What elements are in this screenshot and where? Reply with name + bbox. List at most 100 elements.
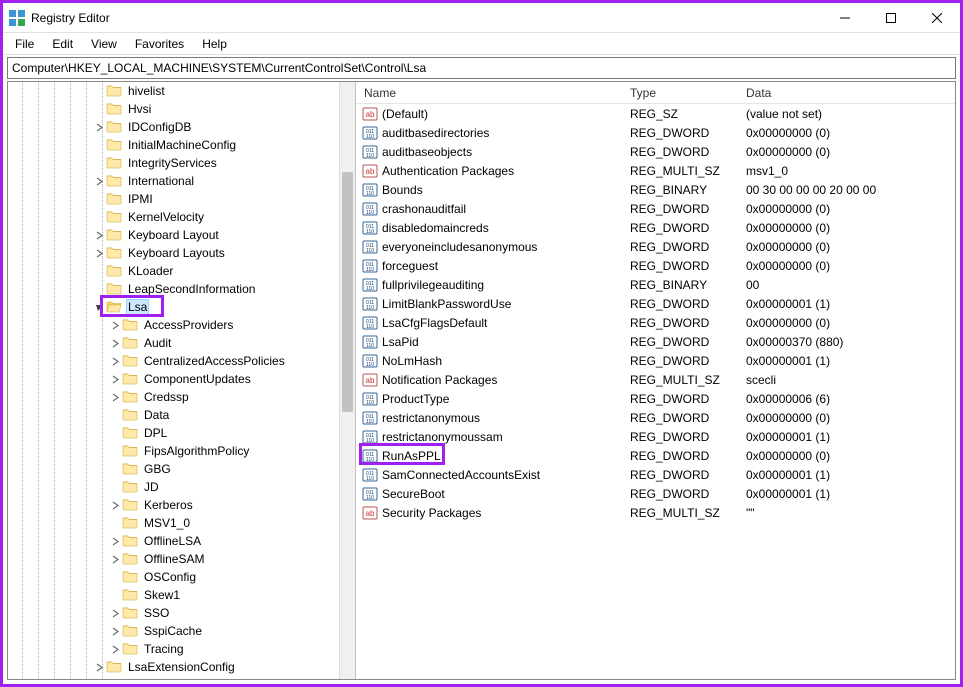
tree-item-fipsalgorithmpolicy[interactable]: FipsAlgorithmPolicy — [8, 442, 355, 460]
tree-item-ipmi[interactable]: IPMI — [8, 190, 355, 208]
tree-item-audit[interactable]: Audit — [8, 334, 355, 352]
expand-icon[interactable] — [108, 498, 122, 512]
value-type: REG_DWORD — [622, 392, 738, 406]
menu-help[interactable]: Help — [194, 35, 235, 53]
expand-icon[interactable] — [92, 246, 106, 260]
tree-scrollbar[interactable] — [339, 82, 355, 679]
tree-item-kloader[interactable]: KLoader — [8, 262, 355, 280]
value-row[interactable]: 011110ProductTypeREG_DWORD0x00000006 (6) — [356, 389, 955, 408]
value-name: ProductType — [382, 392, 449, 406]
value-row[interactable]: 011110fullprivilegeauditingREG_BINARY00 — [356, 275, 955, 294]
expand-icon[interactable] — [92, 120, 106, 134]
value-row[interactable]: ab(Default)REG_SZ(value not set) — [356, 104, 955, 123]
value-row[interactable]: 011110SecureBootREG_DWORD0x00000001 (1) — [356, 484, 955, 503]
value-row[interactable]: 011110LimitBlankPasswordUseREG_DWORD0x00… — [356, 294, 955, 313]
tree-item-sso[interactable]: SSO — [8, 604, 355, 622]
tree-item-lsaextensionconfig[interactable]: LsaExtensionConfig — [8, 658, 355, 676]
value-name: auditbasedirectories — [382, 126, 489, 140]
tree-item-hivelist[interactable]: hivelist — [8, 82, 355, 100]
tree-item-leapsecondinformation[interactable]: LeapSecondInformation — [8, 280, 355, 298]
tree-item-componentupdates[interactable]: ComponentUpdates — [8, 370, 355, 388]
value-row[interactable]: 011110restrictanonymoussamREG_DWORD0x000… — [356, 427, 955, 446]
value-row[interactable]: 011110disabledomaincredsREG_DWORD0x00000… — [356, 218, 955, 237]
value-row[interactable]: abAuthentication PackagesREG_MULTI_SZmsv… — [356, 161, 955, 180]
tree-item-tracing[interactable]: Tracing — [8, 640, 355, 658]
values-pane[interactable]: Name Type Data ab(Default)REG_SZ(value n… — [356, 82, 955, 679]
expand-icon[interactable] — [108, 354, 122, 368]
tree-item-credssp[interactable]: Credssp — [8, 388, 355, 406]
binary-value-icon: 011110 — [362, 182, 378, 198]
menu-view[interactable]: View — [83, 35, 125, 53]
tree-item-dpl[interactable]: DPL — [8, 424, 355, 442]
value-row[interactable]: abNotification PackagesREG_MULTI_SZscecl… — [356, 370, 955, 389]
tree-label: IPMI — [126, 192, 155, 206]
minimize-button[interactable] — [822, 3, 868, 33]
tree-item-data[interactable]: Data — [8, 406, 355, 424]
tree-item-offlinesam[interactable]: OfflineSAM — [8, 550, 355, 568]
folder-icon — [106, 173, 122, 189]
tree-label: Skew1 — [142, 588, 182, 602]
collapse-icon[interactable] — [92, 300, 106, 314]
tree-item-lsa[interactable]: Lsa — [8, 298, 355, 316]
menu-file[interactable]: File — [7, 35, 42, 53]
value-row[interactable]: 011110auditbaseobjectsREG_DWORD0x0000000… — [356, 142, 955, 161]
address-bar[interactable]: Computer\HKEY_LOCAL_MACHINE\SYSTEM\Curre… — [7, 57, 956, 79]
tree-item-initialmachineconfig[interactable]: InitialMachineConfig — [8, 136, 355, 154]
tree-item-jd[interactable]: JD — [8, 478, 355, 496]
col-name[interactable]: Name — [356, 86, 622, 100]
value-row[interactable]: 011110LsaCfgFlagsDefaultREG_DWORD0x00000… — [356, 313, 955, 332]
expand-icon[interactable] — [108, 534, 122, 548]
menu-favorites[interactable]: Favorites — [127, 35, 192, 53]
maximize-button[interactable] — [868, 3, 914, 33]
value-row[interactable]: 011110SamConnectedAccountsExistREG_DWORD… — [356, 465, 955, 484]
tree-item-keyboard-layout[interactable]: Keyboard Layout — [8, 226, 355, 244]
scrollbar-thumb[interactable] — [342, 172, 353, 412]
value-type: REG_DWORD — [622, 487, 738, 501]
value-row[interactable]: 011110everyoneincludesanonymousREG_DWORD… — [356, 237, 955, 256]
value-row[interactable]: 011110restrictanonymousREG_DWORD0x000000… — [356, 408, 955, 427]
value-type: REG_DWORD — [622, 240, 738, 254]
value-row[interactable]: 011110BoundsREG_BINARY00 30 00 00 00 20 … — [356, 180, 955, 199]
tree-item-osconfig[interactable]: OSConfig — [8, 568, 355, 586]
tree-item-idconfigdb[interactable]: IDConfigDB — [8, 118, 355, 136]
tree-item-accessproviders[interactable]: AccessProviders — [8, 316, 355, 334]
tree-item-gbg[interactable]: GBG — [8, 460, 355, 478]
close-button[interactable] — [914, 3, 960, 33]
tree-item-offlinelsa[interactable]: OfflineLSA — [8, 532, 355, 550]
col-type[interactable]: Type — [622, 86, 738, 100]
tree-item-skew1[interactable]: Skew1 — [8, 586, 355, 604]
expand-icon[interactable] — [108, 336, 122, 350]
svg-text:110: 110 — [366, 305, 374, 311]
tree-item-sspicache[interactable]: SspiCache — [8, 622, 355, 640]
tree-item-international[interactable]: International — [8, 172, 355, 190]
folder-icon — [106, 245, 122, 261]
titlebar[interactable]: Registry Editor — [3, 3, 960, 33]
menu-edit[interactable]: Edit — [44, 35, 81, 53]
tree-item-kernelvelocity[interactable]: KernelVelocity — [8, 208, 355, 226]
tree-item-keyboard-layouts[interactable]: Keyboard Layouts — [8, 244, 355, 262]
value-row[interactable]: abSecurity PackagesREG_MULTI_SZ"" — [356, 503, 955, 522]
expand-icon[interactable] — [92, 174, 106, 188]
value-row[interactable]: 011110LsaPidREG_DWORD0x00000370 (880) — [356, 332, 955, 351]
expand-icon[interactable] — [92, 228, 106, 242]
expand-icon[interactable] — [108, 552, 122, 566]
expand-icon[interactable] — [108, 606, 122, 620]
value-row[interactable]: 011110auditbasedirectoriesREG_DWORD0x000… — [356, 123, 955, 142]
value-row[interactable]: 011110forceguestREG_DWORD0x00000000 (0) — [356, 256, 955, 275]
value-row[interactable]: 011110NoLmHashREG_DWORD0x00000001 (1) — [356, 351, 955, 370]
tree-item-kerberos[interactable]: Kerberos — [8, 496, 355, 514]
value-row[interactable]: 011110RunAsPPLREG_DWORD0x00000000 (0) — [356, 446, 955, 465]
col-data[interactable]: Data — [738, 86, 955, 100]
tree-item-hvsi[interactable]: Hvsi — [8, 100, 355, 118]
tree-item-msv1_0[interactable]: MSV1_0 — [8, 514, 355, 532]
expand-icon[interactable] — [108, 624, 122, 638]
tree-item-centralizedaccesspolicies[interactable]: CentralizedAccessPolicies — [8, 352, 355, 370]
expand-icon[interactable] — [108, 318, 122, 332]
value-row[interactable]: 011110crashonauditfailREG_DWORD0x0000000… — [356, 199, 955, 218]
expand-icon[interactable] — [92, 660, 106, 674]
tree-item-integrityservices[interactable]: IntegrityServices — [8, 154, 355, 172]
expand-icon[interactable] — [108, 372, 122, 386]
expand-icon[interactable] — [108, 390, 122, 404]
tree-pane[interactable]: hivelistHvsiIDConfigDBInitialMachineConf… — [8, 82, 356, 679]
expand-icon[interactable] — [108, 642, 122, 656]
